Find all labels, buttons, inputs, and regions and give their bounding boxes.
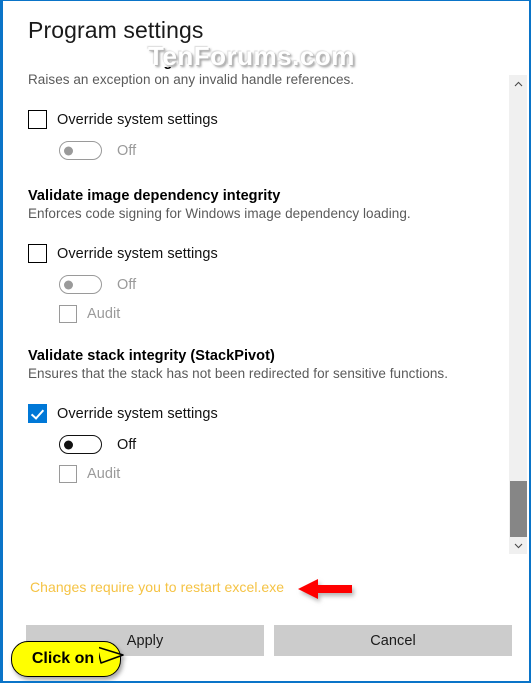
override-system-settings-checkbox[interactable]: [28, 244, 47, 263]
setting-block-validate-handle-usage: Validate handle usage Raises an exceptio…: [6, 67, 485, 188]
audit-checkbox[interactable]: [59, 305, 77, 323]
audit-label: Audit: [87, 466, 121, 482]
setting-title: Validate stack integrity (StackPivot): [28, 348, 275, 364]
click-on-callout: Click on: [11, 641, 124, 677]
audit-label: Audit: [87, 306, 121, 322]
toggle-knob: [64, 440, 73, 449]
mitigation-toggle-label: Off: [117, 142, 137, 159]
callout-text: Click on: [31, 650, 95, 667]
vertical-scrollbar[interactable]: [509, 75, 527, 554]
settings-scroll-viewport: Validate handle usage Raises an exceptio…: [6, 67, 485, 554]
program-settings-dialog: Program settings TenForums.com Validate …: [0, 0, 531, 683]
mitigation-toggle-label: Off: [117, 276, 137, 293]
override-system-settings-label: Override system settings: [57, 111, 218, 128]
setting-block-validate-stack-integrity: Validate stack integrity (StackPivot) En…: [6, 348, 485, 508]
setting-title: Validate handle usage: [28, 67, 485, 70]
toggle-knob: [64, 146, 73, 155]
scroll-down-button[interactable]: [510, 537, 527, 554]
setting-title: Validate image dependency integrity: [28, 188, 281, 204]
mitigation-toggle-switch[interactable]: [59, 141, 102, 160]
restart-required-note: Changes require you to restart excel.exe: [30, 579, 285, 595]
cancel-button[interactable]: Cancel: [274, 625, 512, 656]
mitigation-toggle-row-2[interactable]: Off: [59, 275, 485, 294]
mitigation-toggle-label: Off: [117, 436, 137, 453]
audit-checkbox[interactable]: [59, 465, 77, 483]
page-title: Program settings: [28, 17, 204, 43]
mitigation-toggle-switch[interactable]: [59, 275, 102, 294]
toggle-knob: [64, 280, 73, 289]
override-system-settings-label: Override system settings: [57, 245, 218, 262]
mitigation-toggle-row-1[interactable]: Off: [59, 141, 485, 160]
override-system-settings-checkbox-row-1[interactable]: Override system settings: [28, 110, 485, 129]
audit-checkbox-row-2[interactable]: Audit: [59, 305, 485, 323]
audit-checkbox-row-3[interactable]: Audit: [59, 465, 485, 483]
scroll-up-button[interactable]: [510, 75, 527, 92]
setting-description: Ensures that the stack has not been redi…: [28, 366, 449, 381]
scrollbar-thumb[interactable]: [510, 481, 527, 537]
mitigation-toggle-switch[interactable]: [59, 435, 102, 454]
chevron-up-icon: [514, 81, 523, 86]
setting-description: Enforces code signing for Windows image …: [28, 206, 411, 221]
setting-description: Raises an exception on any invalid handl…: [28, 72, 355, 87]
override-system-settings-checkbox[interactable]: [28, 404, 47, 423]
override-system-settings-checkbox-row-3[interactable]: Override system settings: [28, 404, 485, 423]
setting-block-validate-image-dependency-integrity: Validate image dependency integrity Enfo…: [6, 188, 485, 348]
settings-list: Validate handle usage Raises an exceptio…: [6, 67, 485, 508]
override-system-settings-label: Override system settings: [57, 405, 218, 422]
chevron-down-icon: [514, 543, 523, 548]
red-arrow-annotation: [298, 577, 354, 601]
mitigation-toggle-row-3[interactable]: Off: [59, 435, 485, 454]
override-system-settings-checkbox[interactable]: [28, 110, 47, 129]
override-system-settings-checkbox-row-2[interactable]: Override system settings: [28, 244, 485, 263]
